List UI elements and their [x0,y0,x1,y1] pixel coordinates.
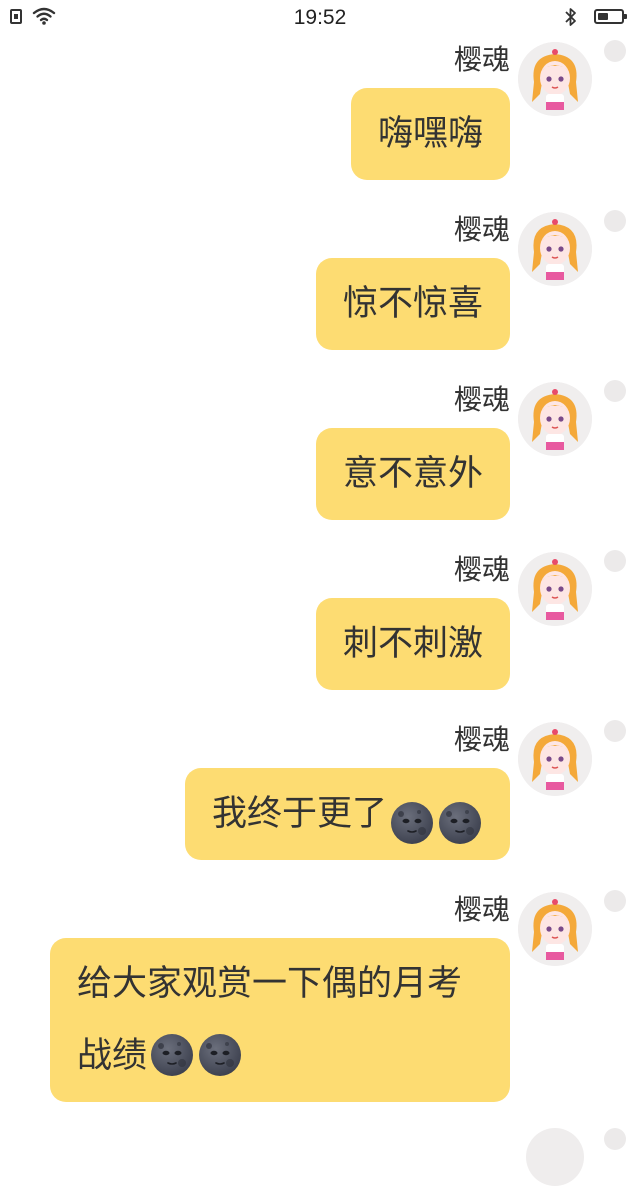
message-text: 嗨嘿嗨 [377,114,483,154]
message-row: 樱魂 刺不刺激 [0,550,640,720]
avatar[interactable] [518,42,592,116]
new-moon-face-emoji [149,1031,195,1077]
message-text: 给大家观赏一下偶的月考战绩 [77,964,463,1076]
avatar[interactable] [526,1128,584,1186]
message-row: 樱魂 给大家观赏一下偶的月考战绩 [0,890,640,1120]
avatar-illustration [518,552,592,626]
chat-message-list[interactable]: 樱魂 嗨嘿嗨 樱魂 惊不惊喜 樱魂 意不意外 樱魂 刺不刺激 樱魂 我终于更了 … [0,0,640,1186]
avatar[interactable] [518,892,592,966]
avatar[interactable] [518,552,592,626]
sender-name: 樱魂 [453,383,510,416]
avatar-illustration [518,42,592,116]
select-radio[interactable] [604,550,626,572]
message-row: 樱魂 意不意外 [0,380,640,550]
message-bubble[interactable]: 意不意外 [315,428,510,520]
sender-name: 樱魂 [453,723,510,756]
avatar-illustration [518,382,592,456]
avatar-illustration [518,722,592,796]
avatar-illustration [518,212,592,286]
select-radio[interactable] [604,380,626,402]
avatar-illustration [518,892,592,966]
message-text: 意不意外 [342,454,483,494]
select-radio[interactable] [604,210,626,232]
message-row: 樱魂 嗨嘿嗨 [0,40,640,210]
avatar[interactable] [518,722,592,796]
message-bubble[interactable]: 给大家观赏一下偶的月考战绩 [50,938,510,1102]
sender-name: 樱魂 [453,893,510,926]
message-row: 樱魂 我终于更了 [0,720,640,890]
sender-name: 樱魂 [453,43,510,76]
select-radio[interactable] [604,720,626,742]
message-text: 惊不惊喜 [342,284,483,324]
new-moon-face-emoji [437,789,483,844]
select-radio[interactable] [604,1128,626,1150]
message-text: 刺不刺激 [342,624,483,664]
new-moon-face-emoji [197,1031,243,1077]
message-bubble[interactable]: 嗨嘿嗨 [350,88,510,180]
message-row: 樱魂 惊不惊喜 [0,210,640,380]
select-radio[interactable] [604,890,626,912]
sender-name: 樱魂 [453,553,510,586]
avatar[interactable] [518,212,592,286]
message-text: 我终于更了 [211,794,387,834]
avatar[interactable] [518,382,592,456]
message-bubble[interactable]: 惊不惊喜 [315,258,510,350]
message-bubble[interactable]: 刺不刺激 [315,598,510,690]
new-moon-face-emoji [389,789,435,844]
message-bubble[interactable]: 我终于更了 [184,768,510,860]
sender-name: 樱魂 [453,213,510,246]
select-radio[interactable] [604,40,626,62]
